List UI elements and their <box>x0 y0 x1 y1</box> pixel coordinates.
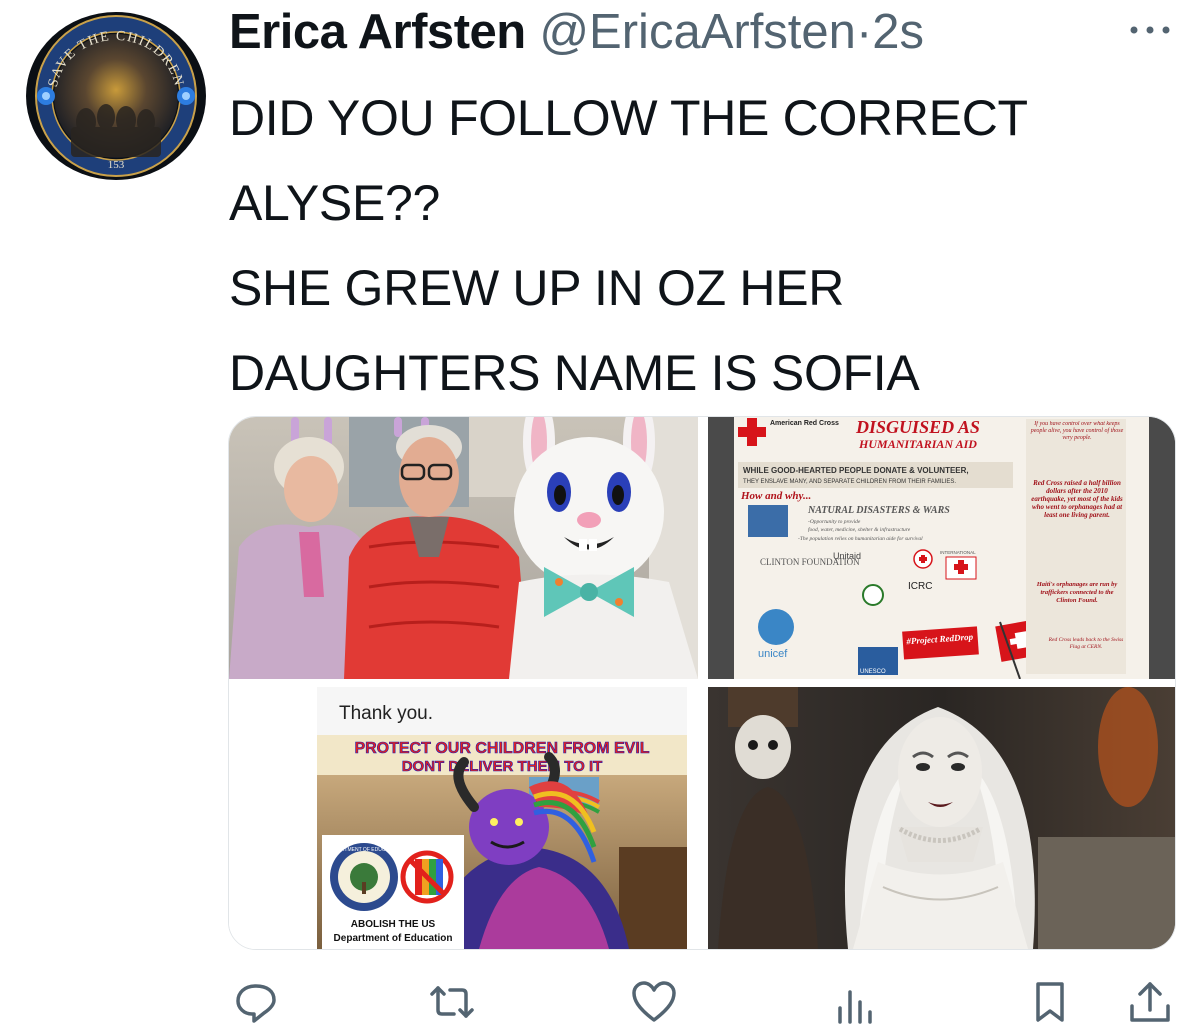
svg-text:-The population relies on huma: -The population relies on humanitarian a… <box>798 535 923 542</box>
author-name[interactable]: Erica Arfsten <box>229 5 526 59</box>
media-image-red-cross-infographic[interactable]: American Red Cross DISGUISED AS HUMANITA… <box>708 417 1175 679</box>
svg-text:unicef: unicef <box>758 648 788 660</box>
thanks-text: Thank you. <box>339 703 433 724</box>
svg-text:food, water, medicine, shelter: food, water, medicine, shelter & infrast… <box>808 526 911 533</box>
side-note-2: Red Cross raised a half billion dollars … <box>1031 479 1123 519</box>
infographic-subtitle: HUMANITARIAN AID <box>858 437 977 451</box>
infographic-banner: WHILE GOOD-HEARTED PEOPLE DONATE & VOLUN… <box>743 466 969 475</box>
more-dots-icon[interactable] <box>1128 18 1172 42</box>
tweet-line: ALYSE?? <box>229 175 441 231</box>
media-image-easter-bunny[interactable] <box>229 417 698 679</box>
views-icon[interactable] <box>830 978 878 1026</box>
action-bar <box>0 978 1200 1026</box>
tweet-text: DID YOU FOLLOW THE CORRECT ALYSE?? SHE G… <box>229 76 1179 416</box>
retweet-icon[interactable] <box>428 978 476 1026</box>
tweet-line: DAUGHTERS NAME IS SOFIA <box>229 345 920 401</box>
svg-text:ICRC: ICRC <box>908 581 932 592</box>
bookmark-icon[interactable] <box>1026 978 1074 1026</box>
media-image-protect-children[interactable]: Thank you. PROTECT OUR CHILDREN FROM EVI… <box>229 687 698 949</box>
badge-line-1: ABOLISH THE US <box>351 919 436 930</box>
natural-disasters: NATURAL DISASTERS & WARS <box>807 505 950 516</box>
author-handle[interactable]: @EricaArfsten <box>539 5 856 59</box>
avatar[interactable]: SAVE THE CHILDREN 153 <box>26 12 206 180</box>
svg-text:UNESCO: UNESCO <box>860 669 886 675</box>
tweet-line: DID YOU FOLLOW THE CORRECT <box>229 90 1028 146</box>
reply-icon[interactable] <box>232 978 280 1026</box>
side-note-1: If you have control over what keeps peop… <box>1030 421 1124 441</box>
separator: · <box>855 5 873 59</box>
infographic-banner2: THEY ENSLAVE MANY, AND SEPARATE CHILDREN… <box>743 479 956 485</box>
save-the-children-logo: SAVE THE CHILDREN 153 <box>35 15 197 177</box>
deliver-line: DONT DELIVER THEM TO IT <box>402 758 603 775</box>
svg-text:INTERNATIONAL: INTERNATIONAL <box>940 550 976 555</box>
infographic-title: DISGUISED AS <box>855 417 980 437</box>
svg-text:CLINTON FOUNDATION: CLINTON FOUNDATION <box>760 557 860 567</box>
tweet-line: SHE GREW UP IN OZ HER <box>229 260 845 316</box>
badge-line-2: Department of Education <box>334 933 453 944</box>
svg-text:153: 153 <box>108 159 125 171</box>
protect-line: PROTECT OUR CHILDREN FROM EVIL <box>354 740 649 757</box>
share-icon[interactable] <box>1126 978 1174 1026</box>
tweet-header: Erica Arfsten @EricaArfsten·2s <box>229 2 924 62</box>
side-note-4: Red Cross leads back to the Swiss Flag a… <box>1048 637 1124 650</box>
media-grid: American Red Cross DISGUISED AS HUMANITA… <box>228 416 1176 950</box>
svg-text:-Opportunity to provide: -Opportunity to provide <box>808 519 861 525</box>
timestamp[interactable]: 2s <box>872 5 924 59</box>
media-image-white-queen[interactable] <box>708 687 1175 949</box>
like-icon[interactable] <box>630 978 678 1026</box>
svg-text:DEPARTMENT OF EDUCATION: DEPARTMENT OF EDUCATION <box>328 847 401 853</box>
side-note-3: Haiti's orphanages are run by trafficker… <box>1036 581 1118 604</box>
red-cross-org: American Red Cross <box>770 420 839 427</box>
how-why: How and why... <box>740 490 811 502</box>
